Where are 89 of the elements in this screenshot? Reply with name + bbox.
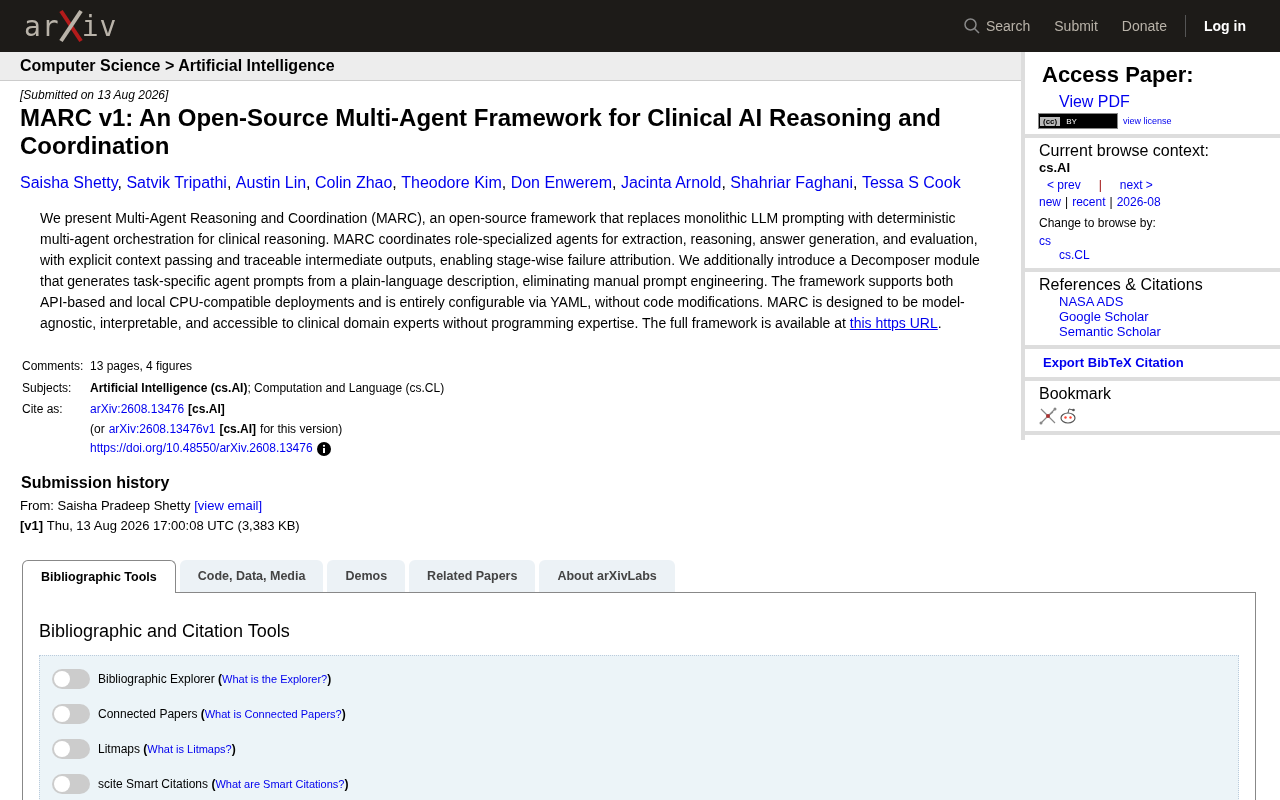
tool-label: scite Smart Citations (What are Smart Citations?) (98, 777, 349, 791)
separator: , (612, 174, 618, 191)
info-icon[interactable] (316, 441, 331, 456)
version-label: [v1] (20, 517, 44, 533)
category-tag: [cs.AI] (219, 419, 257, 439)
browse-label: Change to browse by: (1039, 216, 1157, 230)
separator: , (392, 174, 398, 191)
help-link[interactable]: What is the Explorer? (222, 673, 328, 685)
tool-label: Bibliographic Explorer (What is the Explorer?) (98, 672, 332, 686)
search-link[interactable]: Search (963, 18, 1031, 34)
author-link[interactable]: Saisha Shetty (20, 174, 118, 191)
help-link[interactable]: What is Litmaps? (147, 743, 232, 755)
author-link[interactable]: Colin Zhao (314, 174, 393, 191)
tab[interactable]: Related Papers (409, 559, 536, 592)
submitter-text: From: Saisha Pradeep Shetty (20, 497, 191, 513)
reference-link[interactable]: Google Scholar (1059, 309, 1280, 324)
breadcrumb: Computer Science > Artificial Intelligence (0, 52, 1021, 81)
arxiv-link[interactable]: arXiv:2608.13476 (90, 400, 185, 420)
metadata-label: Comments: (21, 358, 85, 375)
separator: , (721, 174, 727, 191)
author-link[interactable]: Theodore Kim (401, 174, 502, 191)
nav-link[interactable]: Donate (1121, 18, 1167, 34)
category-link[interactable]: cs.CL (1059, 248, 1280, 262)
paper-title: MARC v1: An Open-Source Multi-Agent Framework for Clinical AI Reasoning and Coordination (20, 104, 942, 160)
panel-heading: Bibliographic and Citation Tools (39, 620, 291, 642)
help-link[interactable]: What is Connected Papers? (204, 708, 342, 720)
toggle-switch[interactable] (52, 739, 90, 759)
export-link[interactable]: Export BibTeX Citation (1043, 355, 1184, 370)
arxiv-link[interactable]: arXiv:2608.13476v1 (108, 419, 216, 439)
context-heading: Current browse context: (1039, 142, 1210, 160)
separator: | (1065, 195, 1069, 209)
category-tag: [cs.AI] (188, 400, 225, 420)
access-heading: Access Paper: (1042, 62, 1195, 88)
tab[interactable]: Bibliographic Tools (22, 559, 176, 593)
author-link[interactable]: Shahriar Faghani (730, 174, 854, 191)
separator: , (226, 174, 233, 191)
login-link[interactable]: Log in (1185, 15, 1246, 37)
logo[interactable]: ar iv (24, 9, 118, 43)
nav-link[interactable]: < prev (1047, 178, 1081, 192)
view-pdf-link[interactable]: View PDF (1059, 93, 1280, 111)
context-label: cs.AI (1039, 160, 1072, 175)
help-link[interactable]: What are Smart Citations? (215, 778, 345, 790)
metadata-label: Cite as: (21, 401, 64, 418)
toggle-switch[interactable] (52, 669, 90, 689)
toggle-switch[interactable] (52, 704, 90, 724)
nav-link[interactable]: new (1039, 195, 1061, 209)
metadata-text: 13 pages, 4 figures (90, 358, 193, 375)
author-link[interactable]: Don Enwerem (510, 174, 612, 191)
network-icon[interactable] (1039, 407, 1057, 425)
nav-link[interactable]: recent (1072, 195, 1106, 209)
separator: , (853, 174, 859, 191)
separator: | (1098, 178, 1102, 192)
separator: , (306, 174, 312, 191)
author-link[interactable]: Tessa S Cook (861, 174, 961, 191)
author-link[interactable]: Jacinta Arnold (620, 174, 722, 191)
license-link[interactable]: view license (1123, 116, 1172, 126)
separator: | (1109, 195, 1113, 209)
reference-link[interactable]: Semantic Scholar (1059, 324, 1280, 339)
search-icon (963, 18, 980, 34)
cross-icon (57, 9, 84, 43)
abstract: We present Multi-Agent Reasoning and Coordination (MARC), an open-source framework that replaces monolithic LLM prompting with deterministic multi-agent orchestration for clinical reasoning. MARC coordinates role-specialized agents for extraction, reasoning, answer generation, and evaluation, with explicit context passing and traceable intermediate outputs, enabling stage-wise failure attribution. We additionally introduce a Decomposer module that generates task-specific agent prompts from a plain-language description, eliminating manual prompt engineering. The framework supports both API-based and local CPU-compatible deployments and is entirely configurable via YAML, without code modifications. MARC is designed to be model-agnostic, interpretable, and accessible to clinical domain experts without programming expertise. The full framework is available at this https URL. (40, 209, 980, 333)
section-heading: Submission history (21, 473, 171, 492)
nav-link[interactable]: Submit (1054, 18, 1098, 34)
metadata-text: for this version) (260, 420, 343, 438)
author-link[interactable]: Austin Lin (235, 174, 307, 191)
email-link[interactable]: [view email] (194, 497, 263, 513)
metadata-text: (or (90, 420, 105, 438)
arxiv-link[interactable]: https://doi.org/10.48550/arXiv.2608.13476 (90, 439, 313, 459)
tab[interactable]: About arXivLabs (539, 559, 675, 592)
tab[interactable]: Code, Data, Media (179, 559, 324, 592)
submission-date: [Submitted on 13 Aug 2026] (20, 88, 170, 102)
metadata-label: Subjects: (21, 379, 73, 397)
url-link[interactable]: this https URL (849, 315, 938, 331)
tool-label: Litmaps (What is Litmaps?) (98, 742, 236, 756)
reddit-icon[interactable] (1059, 407, 1077, 425)
reference-link[interactable]: NASA ADS (1059, 294, 1280, 309)
metadata-text: Artificial Intelligence (cs.AI); Computation and Language (cs.CL) (90, 379, 445, 397)
toggle-switch[interactable] (52, 774, 90, 794)
tool-label: Connected Papers (What is Connected Papers?) (98, 707, 346, 721)
separator: , (501, 174, 508, 191)
category-link[interactable]: cs (1039, 234, 1280, 248)
references-heading: References & Citations (1039, 276, 1204, 294)
tab[interactable]: Demos (327, 559, 406, 592)
license-badge[interactable]: (cc) BY (1039, 114, 1117, 128)
nav-link[interactable]: 2026-08 (1116, 195, 1161, 209)
bookmark-heading: Bookmark (1039, 385, 1113, 403)
author-link[interactable]: Satvik Tripathi (126, 174, 227, 191)
version-date: Thu, 13 Aug 2026 17:00:08 UTC (3,383 KB) (46, 517, 300, 533)
nav-link[interactable]: next > (1119, 178, 1153, 192)
